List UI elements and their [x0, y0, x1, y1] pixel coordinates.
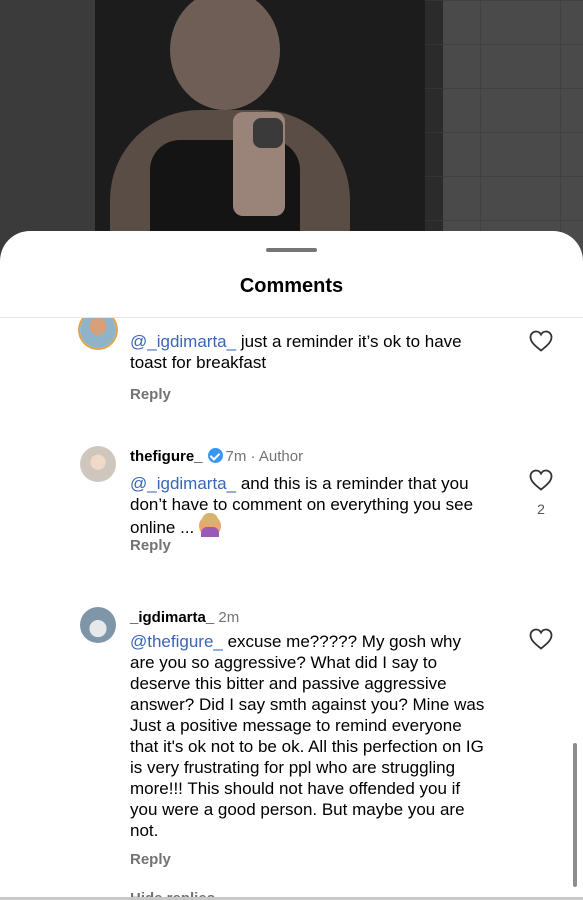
- comment-meta: _igdimarta_ 2m: [130, 609, 239, 626]
- mention-link[interactable]: @_igdimarta_: [130, 474, 236, 493]
- avatar[interactable]: [80, 446, 116, 482]
- hide-replies-button[interactable]: Hide replies: [130, 887, 215, 897]
- comment-username[interactable]: _igdimarta_: [130, 609, 214, 626]
- comment-time: 2m: [218, 609, 240, 626]
- woman-tipping-hand-emoji: [199, 513, 221, 537]
- comment-time: 7m: [225, 448, 247, 465]
- heart-outline-icon[interactable]: [529, 628, 553, 650]
- comment-text: @_igdimarta_ and this is a reminder that…: [130, 474, 474, 537]
- comment-text: @thefigure_ excuse me????? My gosh why a…: [130, 632, 485, 840]
- sheet-title: Comments: [239, 275, 344, 297]
- reply-button[interactable]: Reply: [130, 386, 171, 403]
- mention-link[interactable]: @thefigure_: [130, 632, 223, 651]
- heart-outline-icon[interactable]: [529, 469, 553, 491]
- comment-time: 8m: [232, 318, 253, 321]
- scrollbar[interactable]: [573, 743, 577, 887]
- comments-list[interactable]: chrisduncan7 8m @_igdimarta_ just a remi…: [0, 318, 583, 900]
- verified-badge-icon: [207, 448, 223, 463]
- author-label: · Author: [250, 448, 304, 465]
- comments-sheet: Comments chrisduncan7 8m @_igdimarta_ ju…: [0, 231, 583, 900]
- comment-meta: chrisduncan7 8m: [130, 318, 253, 321]
- drag-handle[interactable]: [266, 248, 317, 252]
- reply-button[interactable]: Reply: [130, 537, 171, 554]
- heart-outline-icon[interactable]: [529, 330, 553, 352]
- comment-username[interactable]: chrisduncan7: [130, 318, 228, 321]
- like-count: 2: [537, 501, 545, 517]
- reply-button[interactable]: Reply: [130, 851, 171, 868]
- avatar[interactable]: [80, 607, 116, 643]
- comment-username[interactable]: thefigure_: [130, 448, 203, 465]
- comment-text: @_igdimarta_ just a reminder it’s ok to …: [130, 332, 462, 372]
- avatar[interactable]: [80, 318, 116, 348]
- mention-link[interactable]: @_igdimarta_: [130, 332, 236, 351]
- comment-meta: thefigure_ 7m · Author: [130, 448, 303, 465]
